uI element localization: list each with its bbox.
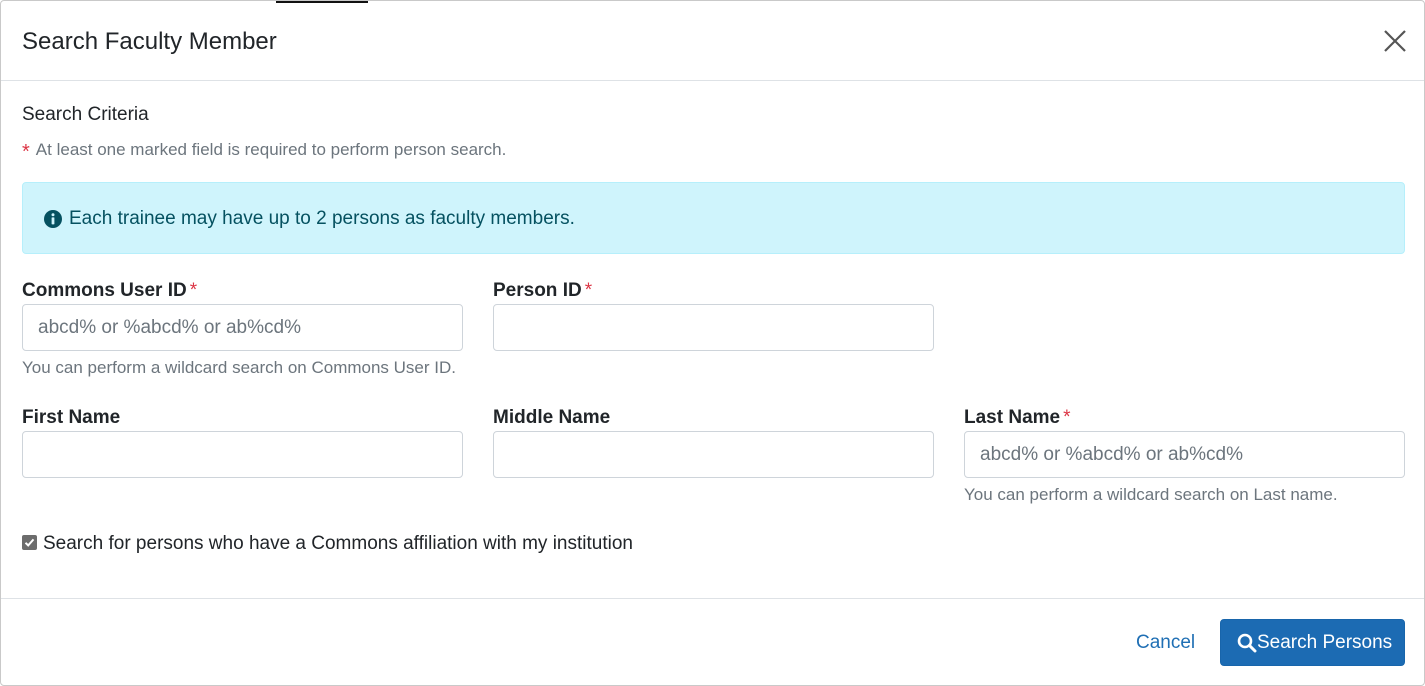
required-marker: * [189,280,198,301]
close-icon[interactable] [1381,27,1409,55]
required-marker: * [584,280,593,301]
search-persons-label: Search Persons [1257,632,1393,653]
person-id-label-text: Person ID [493,280,582,301]
last-name-input[interactable] [964,431,1405,478]
commons-user-id-help: You can perform a wildcard search on Com… [22,358,456,377]
last-name-help: You can perform a wildcard search on Las… [964,485,1338,504]
affiliation-checkbox-label[interactable]: Search for persons who have a Commons af… [43,533,633,555]
first-name-input[interactable] [22,431,463,478]
middle-name-input[interactable] [493,431,934,478]
first-name-label: First Name [22,407,121,428]
commons-user-id-input[interactable] [22,304,463,351]
footer-divider [1,598,1424,599]
required-marker: * [22,141,30,163]
middle-name-label: Middle Name [493,407,611,428]
required-note: * At least one marked field is required t… [22,139,507,163]
commons-user-id-label: Commons User ID * [22,280,197,302]
info-alert: Each trainee may have up to 2 persons as… [22,182,1405,254]
search-icon [1237,633,1257,653]
person-id-input[interactable] [493,304,934,351]
required-marker: * [1063,407,1071,428]
last-name-label: Last Name * [964,407,1071,429]
search-persons-button[interactable]: Search Persons [1220,619,1405,666]
commons-user-id-label-text: Commons User ID [22,280,187,301]
dialog-title: Search Faculty Member [22,28,277,55]
search-faculty-dialog: Search Faculty Member Search Criteria * A… [0,0,1425,686]
info-icon [44,210,62,228]
required-note-text: At least one marked field is required to… [35,140,507,159]
alert-text: Each trainee may have up to 2 persons as… [69,208,575,229]
dialog-header: Search Faculty Member [1,1,1424,81]
cancel-button[interactable]: Cancel [1136,632,1195,654]
search-criteria-heading: Search Criteria [22,104,149,125]
affiliation-checkbox[interactable] [22,535,37,550]
person-id-label: Person ID * [493,280,592,302]
last-name-label-text: Last Name [964,407,1061,428]
